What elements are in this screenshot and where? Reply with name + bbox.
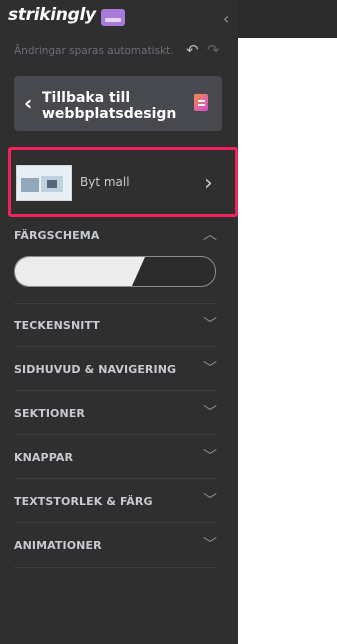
section-sections[interactable]: SEKTIONER [14, 407, 85, 420]
site-preview-area [238, 38, 337, 644]
section-buttons[interactable]: KNAPPAR [14, 451, 73, 464]
divider [14, 478, 216, 479]
brand-logo: strikingly [8, 5, 96, 25]
back-button-label: Tillbaka till webbplatsdesign [42, 90, 177, 122]
color-scheme-light-segment [15, 257, 145, 286]
chevron-up-icon[interactable]: ︿ [203, 228, 217, 242]
back-to-site-design-button[interactable]: ‹ Tillbaka till webbplatsdesign [14, 76, 222, 131]
divider [14, 434, 216, 435]
color-scheme-slider[interactable] [14, 256, 216, 287]
template-thumbnail [16, 165, 72, 201]
undo-icon[interactable]: ↶ [186, 41, 199, 59]
chevron-down-icon[interactable]: ﹀ [203, 406, 217, 420]
change-template-label: Byt mall [80, 175, 130, 189]
page-icon [194, 94, 208, 111]
brand-badge-icon [101, 9, 125, 26]
chevron-right-icon: › [204, 171, 213, 196]
chevron-down-icon[interactable]: ﹀ [203, 450, 217, 464]
chevron-down-icon[interactable]: ﹀ [203, 494, 217, 508]
chevron-down-icon[interactable]: ﹀ [203, 318, 217, 332]
autosave-status: Ändringar sparas automatiskt. [14, 45, 174, 57]
chevron-down-icon[interactable]: ﹀ [203, 538, 217, 552]
divider [14, 390, 216, 391]
chevron-down-icon[interactable]: ﹀ [203, 362, 217, 376]
change-template-button[interactable]: Byt mall › [8, 147, 238, 217]
section-color-scheme[interactable]: FÄRGSCHEMA [14, 229, 99, 242]
section-animations[interactable]: ANIMATIONER [14, 539, 102, 552]
chevron-left-icon: ‹ [24, 91, 33, 115]
redo-icon[interactable]: ↷ [207, 41, 220, 59]
section-header-navigation[interactable]: SIDHUVUD & NAVIGERING [14, 363, 176, 376]
thumbnail-image-left [21, 178, 39, 192]
collapse-sidebar-icon[interactable]: ‹ [223, 9, 229, 28]
design-sidebar: strikingly ‹ Ändringar sparas automatisk… [0, 0, 238, 644]
section-text-size-color[interactable]: TEXTSTORLEK & FÄRG [14, 495, 153, 508]
thumbnail-detail [47, 180, 57, 188]
divider [14, 567, 216, 568]
divider [14, 346, 216, 347]
divider [14, 303, 216, 304]
section-fonts[interactable]: TECKENSNITT [14, 319, 100, 332]
divider [14, 522, 216, 523]
